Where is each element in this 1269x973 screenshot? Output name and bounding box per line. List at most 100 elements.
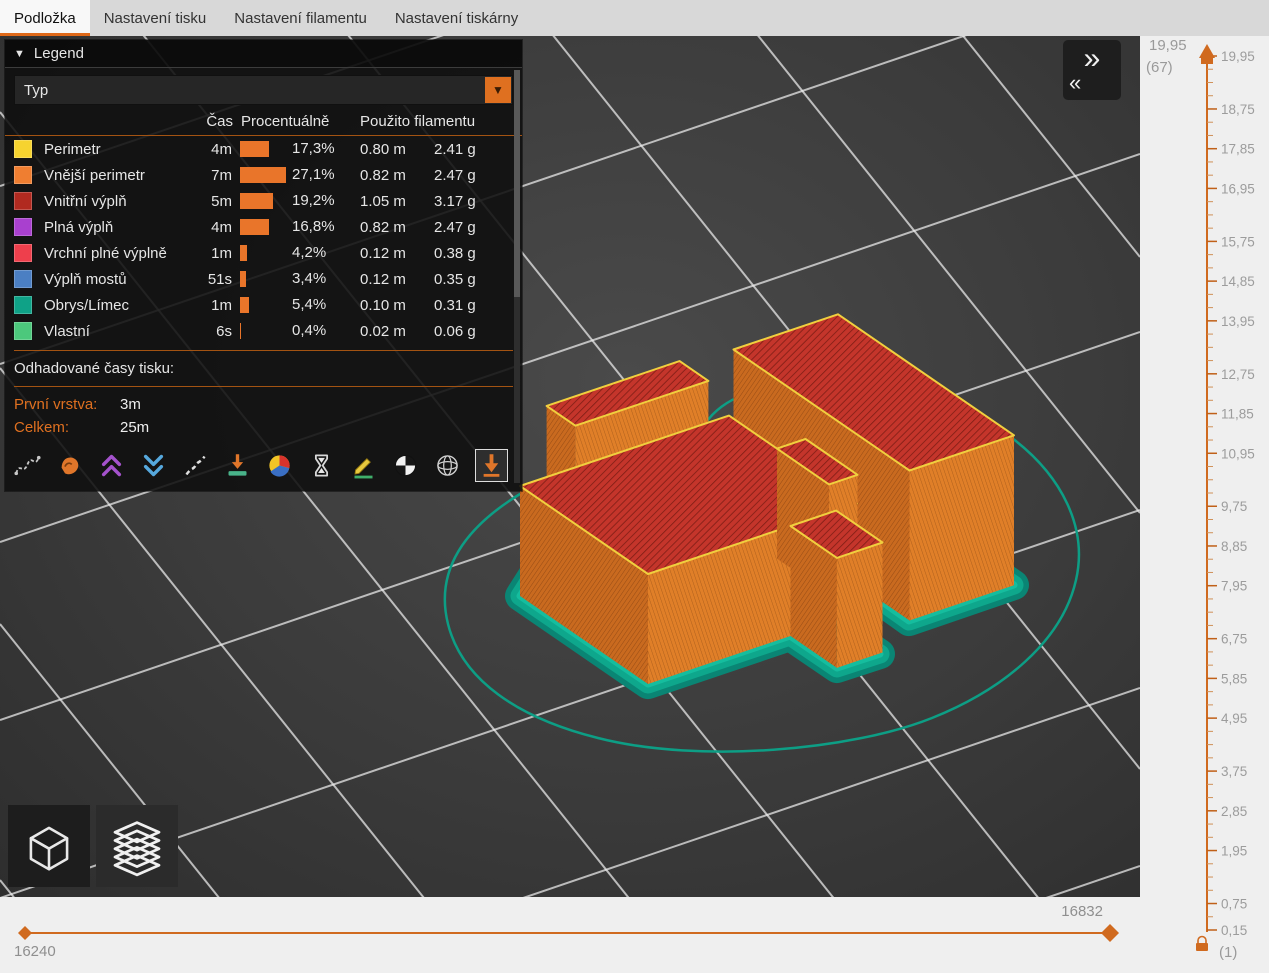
moves-slider-max-label: 16832 (1061, 903, 1103, 920)
feature-color-swatch (14, 218, 32, 236)
feature-time: 1m (211, 296, 232, 314)
feature-time: 4m (211, 218, 232, 236)
shells-icon[interactable] (434, 452, 461, 479)
tab-plater[interactable]: Podložka (0, 0, 90, 36)
first-layer-time-row: První vrstva: 3m (5, 393, 522, 416)
tab-bar: Podložka Nastavení tisku Nastavení filam… (0, 0, 1269, 36)
feature-color-swatch (14, 166, 32, 184)
svg-text:12,75: 12,75 (1221, 367, 1255, 382)
legend-row-bridge-infill[interactable]: Výplň mostů 51s 3,4% 0.12 m 0.35 g (5, 266, 522, 292)
legend-row-skirt-brim[interactable]: Obrys/Límec 1m 5,4% 0.10 m 0.31 g (5, 292, 522, 318)
legend-scrollbar[interactable] (514, 70, 520, 483)
divider (14, 350, 513, 351)
feature-used-m: 0.82 m (360, 166, 406, 184)
feature-percent: 4,2% (292, 244, 327, 261)
legend-table-header: Čas Procentuálně Použito filamentu (5, 110, 522, 136)
svg-text:5,85: 5,85 (1221, 671, 1247, 686)
gcode-preview-viewport[interactable]: » « ▼ Legend Typ ▼ Čas Procentuálně Použ… (0, 36, 1140, 897)
wipe-icon[interactable] (56, 452, 83, 479)
percent-bar (240, 167, 287, 183)
feature-used-m: 0.12 m (360, 270, 406, 288)
svg-text:0,75: 0,75 (1221, 897, 1247, 912)
legend-row-external-perimeter[interactable]: Vnější perimetr 7m 27,1% 0.82 m 2.47 g (5, 162, 522, 188)
pause-print-icon[interactable] (308, 452, 335, 479)
first-layer-value: 3m (120, 396, 141, 413)
3d-editor-view-button[interactable] (8, 805, 90, 887)
svg-text:3,75: 3,75 (1221, 764, 1247, 779)
feature-label: Výplň mostů (44, 270, 127, 288)
current-layer-number: (67) (1146, 59, 1173, 76)
collapse-sidebar-button[interactable]: » « (1063, 40, 1121, 100)
layer-slider[interactable]: 19,95 (67) 19,95 18,75 17,85 16,95 15,75 14,8… (1140, 36, 1269, 968)
custom-gcode-icon[interactable] (350, 452, 377, 479)
svg-text:8,85: 8,85 (1221, 539, 1247, 554)
feature-time: 51s (207, 270, 232, 288)
feature-percent: 19,2% (292, 192, 335, 209)
tool-marker-icon[interactable] (475, 449, 508, 482)
cube-icon (29, 826, 69, 871)
layer-slider-ruler[interactable]: 19,95 18,75 17,85 16,95 15,75 14,85 13,95 12,75… (1140, 36, 1269, 968)
tab-print-settings[interactable]: Nastavení tisku (90, 0, 221, 36)
legend-row-internal-infill[interactable]: Vnitřní výplň 5m 19,2% 1.05 m 3.17 g (5, 188, 522, 214)
seams-icon[interactable] (182, 452, 209, 479)
feature-percent: 27,1% (292, 166, 335, 183)
feature-used-m: 0.02 m (360, 322, 406, 340)
legend-row-perimeter[interactable]: Perimetr 4m 17,3% 0.80 m 2.41 g (5, 136, 522, 162)
color-print-icon[interactable] (266, 452, 293, 479)
svg-text:10,95: 10,95 (1221, 446, 1255, 461)
feature-label: Vrchní plné výplně (44, 244, 167, 262)
svg-text:13,95: 13,95 (1221, 314, 1255, 329)
first-layer-label: První vrstva: (14, 396, 98, 413)
total-label: Celkem: (14, 419, 70, 436)
current-layer-height: 19,95 (1149, 37, 1187, 54)
feature-percent: 5,4% (292, 296, 327, 313)
feature-used-g: 0.35 g (434, 270, 476, 288)
color-change-icon[interactable] (224, 452, 251, 479)
scrollbar-thumb[interactable] (514, 70, 520, 298)
feature-percent: 17,3% (292, 140, 335, 157)
svg-text:17,85: 17,85 (1221, 142, 1255, 157)
legend-panel: ▼ Legend Typ ▼ Čas Procentuálně Použito … (5, 40, 522, 491)
legend-header[interactable]: ▼ Legend (5, 40, 522, 68)
feature-label: Vnější perimetr (44, 166, 145, 184)
feature-time: 5m (211, 192, 232, 210)
retractions-icon[interactable] (140, 452, 167, 479)
deretractions-icon[interactable] (98, 452, 125, 479)
feature-time: 6s (216, 322, 232, 340)
col-percent: Procentuálně (241, 113, 330, 130)
svg-text:14,85: 14,85 (1221, 274, 1255, 289)
feature-percent: 0,4% (292, 322, 327, 339)
travel-icon[interactable] (14, 452, 41, 479)
tab-filament-settings[interactable]: Nastavení filamentu (220, 0, 381, 36)
estimated-times-title: Odhadované časy tisku: (14, 360, 175, 377)
feature-label: Vlastní (44, 322, 90, 340)
legend-row-top-solid-infill[interactable]: Vrchní plné výplně 1m 4,2% 0.12 m 0.38 g (5, 240, 522, 266)
svg-text:1,95: 1,95 (1221, 844, 1247, 859)
col-time: Čas (206, 113, 233, 130)
moves-slider-track[interactable] (0, 897, 1140, 968)
feature-color-swatch (14, 296, 32, 314)
col-filament: Použito filamentu (360, 113, 476, 130)
legend-row-custom[interactable]: Vlastní 6s 0,4% 0.02 m 0.06 g (5, 318, 522, 344)
legend-option-icons (5, 439, 522, 487)
percent-bar (240, 219, 269, 235)
legend-row-solid-infill[interactable]: Plná výplň 4m 16,8% 0.82 m 2.47 g (5, 214, 522, 240)
center-of-gravity-icon[interactable] (392, 452, 419, 479)
preview-layers-view-button[interactable] (96, 805, 178, 887)
total-value: 25m (120, 419, 150, 436)
moves-slider[interactable]: 16832 16240 (0, 897, 1140, 968)
feature-used-g: 0.06 g (434, 322, 476, 340)
feature-used-g: 2.47 g (434, 218, 476, 236)
legend-title-text: Legend (33, 45, 84, 62)
moves-slider-min-label: 16240 (14, 943, 56, 960)
percent-bar (240, 323, 241, 339)
feature-label: Vnitřní výplň (44, 192, 127, 210)
dropdown-arrow-icon[interactable]: ▼ (485, 77, 511, 103)
tab-printer-settings[interactable]: Nastavení tiskárny (381, 0, 532, 36)
view-type-select[interactable]: Typ ▼ (14, 75, 513, 105)
percent-bar (240, 141, 270, 157)
feature-used-m: 0.12 m (360, 244, 406, 262)
svg-text:0,15: 0,15 (1221, 923, 1247, 938)
svg-text:19,95: 19,95 (1221, 49, 1255, 64)
feature-used-m: 1.05 m (360, 192, 406, 210)
